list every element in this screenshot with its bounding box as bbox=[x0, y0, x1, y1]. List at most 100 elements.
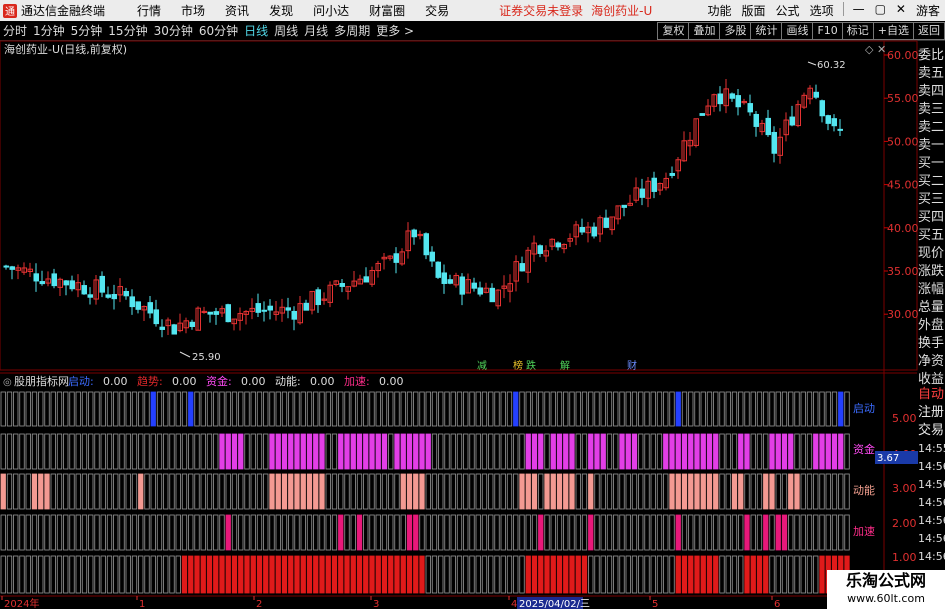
indicator-bar bbox=[769, 473, 775, 510]
indicator-bar bbox=[313, 391, 319, 427]
indicator-bar bbox=[113, 391, 119, 427]
indicator-bar bbox=[19, 473, 25, 510]
indicator-bar bbox=[575, 391, 581, 427]
indicator-bar bbox=[588, 514, 594, 551]
indicator-bar bbox=[650, 514, 656, 551]
indicator-bar bbox=[763, 391, 769, 427]
candle-body bbox=[207, 311, 213, 315]
indicator-bar bbox=[213, 555, 219, 594]
indicator-bar bbox=[369, 514, 375, 551]
candle-body bbox=[285, 307, 291, 311]
indicator-bar bbox=[706, 433, 713, 470]
indicator-bar bbox=[769, 555, 775, 594]
indicator-bar bbox=[475, 514, 481, 551]
indicator-bar bbox=[81, 391, 88, 427]
indicator-bar bbox=[269, 514, 275, 551]
kline-chart[interactable]: 海创药业-U(日线,前复权) ◇ ✕ 60.0055.0050.0045.0040.0… bbox=[0, 0, 945, 609]
indicator-bar bbox=[338, 555, 344, 594]
indicator-bar bbox=[0, 514, 6, 551]
indicator-bar bbox=[675, 433, 681, 470]
indicator-bar bbox=[63, 433, 69, 470]
indicator-bar bbox=[288, 514, 294, 551]
indicator-bar bbox=[681, 555, 688, 594]
indicator-bar bbox=[525, 555, 531, 594]
indicator-bar bbox=[713, 391, 719, 427]
indicator-bar bbox=[375, 514, 381, 551]
candle-body bbox=[33, 273, 39, 282]
indicator-bar bbox=[469, 391, 475, 427]
quote-label: 涨幅 bbox=[918, 282, 945, 297]
indicator-bar bbox=[769, 391, 775, 427]
indicator-bar bbox=[213, 433, 219, 470]
indicator-bar bbox=[363, 555, 369, 594]
indicator-bar bbox=[506, 391, 513, 427]
indicator-bar bbox=[344, 514, 350, 551]
indicator-bar bbox=[725, 473, 731, 510]
indicator-bar bbox=[138, 555, 144, 594]
indicator-bar bbox=[288, 473, 294, 510]
indicator-bar bbox=[238, 391, 244, 427]
indicator-bar bbox=[700, 473, 706, 510]
indicator-bar bbox=[244, 391, 250, 427]
candle-body bbox=[477, 287, 483, 295]
trade-label[interactable]: 交易 bbox=[918, 422, 945, 440]
indicator-bar bbox=[75, 555, 81, 594]
indicator-bar bbox=[531, 514, 538, 551]
indicator-bar bbox=[81, 555, 88, 594]
indicator-bar bbox=[244, 433, 250, 470]
indicator-bar bbox=[94, 473, 100, 510]
indicator-bar bbox=[588, 555, 594, 594]
indicator-bar bbox=[131, 514, 138, 551]
indicator-axis-label: 5.00 bbox=[892, 412, 917, 425]
indicator-bar bbox=[294, 555, 300, 594]
indicator-bar bbox=[238, 555, 244, 594]
indicator-bar bbox=[213, 473, 219, 510]
indicator-bar bbox=[719, 391, 725, 427]
indicator-bar bbox=[219, 473, 225, 510]
indicator-bar bbox=[756, 391, 763, 427]
indicator-bar bbox=[175, 391, 181, 427]
date-label: 6 bbox=[774, 599, 780, 609]
indicator-bar bbox=[388, 473, 394, 510]
indicator-bar bbox=[669, 555, 675, 594]
indicator-value: 0.00 bbox=[103, 375, 128, 388]
indicator-bar bbox=[306, 433, 313, 470]
indicator-bar bbox=[769, 433, 775, 470]
candle-body bbox=[9, 266, 15, 270]
indicator-bar bbox=[69, 473, 75, 510]
quote-label: 卖二 bbox=[918, 120, 945, 135]
candle-body bbox=[591, 226, 597, 237]
register-label[interactable]: 注册 bbox=[918, 404, 945, 422]
candle-body bbox=[813, 91, 819, 98]
candle-body bbox=[303, 302, 309, 311]
indicator-bar bbox=[100, 473, 106, 510]
indicator-bar bbox=[600, 433, 606, 470]
indicator-bar bbox=[675, 514, 681, 551]
candle-body bbox=[555, 242, 561, 248]
indicator-bar bbox=[475, 473, 481, 510]
candle-body bbox=[171, 324, 177, 335]
indicator-bar bbox=[781, 514, 788, 551]
indicator-bar bbox=[775, 433, 781, 470]
indicator-bar bbox=[169, 473, 175, 510]
indicator-bar bbox=[213, 514, 219, 551]
indicator-bar bbox=[569, 391, 575, 427]
indicator-bar bbox=[844, 473, 850, 510]
auto-label[interactable]: 自动 bbox=[918, 386, 945, 404]
candle-body bbox=[459, 276, 465, 295]
indicator-bar bbox=[700, 391, 706, 427]
tick-time: 14:56 bbox=[918, 460, 945, 473]
indicator-bar bbox=[256, 433, 263, 470]
indicator-bar bbox=[69, 433, 75, 470]
indicator-bar bbox=[438, 391, 444, 427]
indicator-bar bbox=[381, 514, 388, 551]
indicator-bar bbox=[600, 473, 606, 510]
chart-text: 海创药业-U(日线,前复权) ◇ ✕ 60.0055.0050.0045.0040.0… bbox=[3, 42, 919, 609]
indicator-bar bbox=[144, 473, 150, 510]
indicator-bar bbox=[806, 391, 813, 427]
indicator-bar bbox=[756, 514, 763, 551]
indicator-bar bbox=[800, 473, 806, 510]
quote-label: 外盘 bbox=[918, 318, 945, 333]
indicator-bar bbox=[419, 391, 425, 427]
indicator-bar bbox=[163, 555, 169, 594]
